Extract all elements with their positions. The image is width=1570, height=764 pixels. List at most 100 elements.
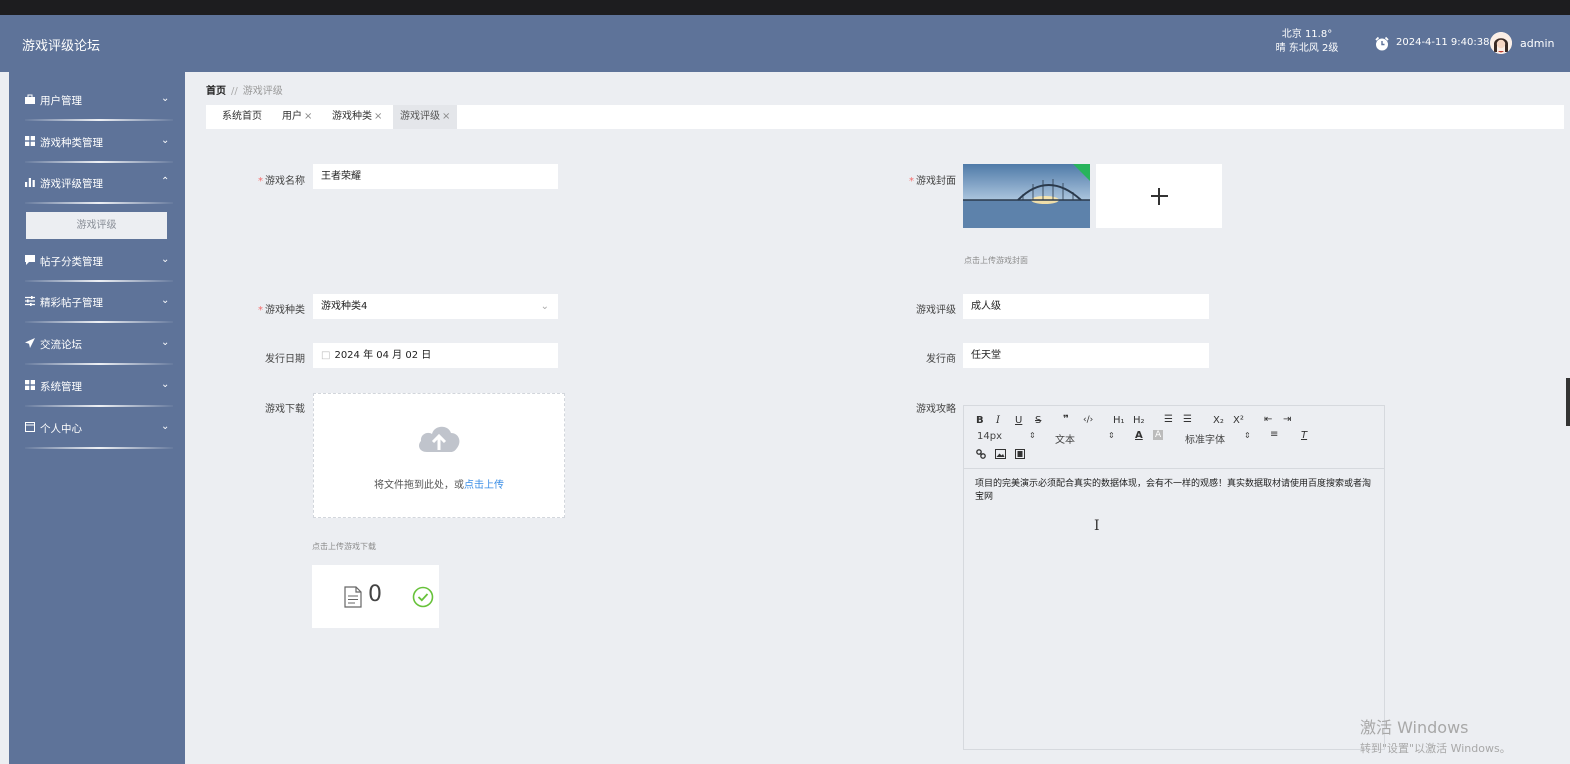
sidebar-item-featured-post-management[interactable]: 精彩帖子管理 ⌄	[9, 282, 185, 322]
sidebar-divider	[25, 119, 173, 121]
file-upload-dropzone[interactable]: 将文件拖到此处，或点击上传	[313, 393, 565, 518]
grid-icon	[25, 136, 35, 146]
bullet-list-button[interactable]: ☰	[1183, 414, 1192, 425]
bridge-photo	[963, 164, 1090, 228]
site-title: 游戏评级论坛	[22, 39, 101, 54]
file-count: 0	[368, 582, 382, 607]
subscript-button[interactable]: X₂	[1213, 415, 1224, 426]
window-top-strip	[0, 0, 1570, 15]
comment-icon	[25, 255, 35, 265]
breadcrumb-separator: //	[231, 86, 238, 97]
required-mark: *	[909, 176, 914, 187]
video-icon[interactable]	[1015, 449, 1025, 459]
cover-image[interactable]	[963, 164, 1090, 228]
superscript-button[interactable]: X²	[1233, 415, 1244, 426]
game-type-select[interactable]: 游戏种类4 ⌄	[313, 294, 558, 319]
watermark-title: 激活 Windows	[1360, 718, 1469, 737]
game-type-selected-value: 游戏种类4	[321, 301, 368, 312]
grid-icon	[25, 380, 35, 390]
breadcrumb-home[interactable]: 首页	[206, 86, 226, 97]
tab-label: 游戏种类	[332, 111, 372, 122]
sidebar-item-personal-center[interactable]: 个人中心 ⌄	[9, 408, 185, 448]
font-family-select[interactable]: 标准字体	[1185, 431, 1225, 446]
chevron-down-icon: ⌄	[540, 301, 549, 312]
game-name-input[interactable]: 王者荣耀	[313, 164, 558, 189]
tab-game-rating[interactable]: 游戏评级 ×	[393, 105, 458, 129]
sidebar-divider	[25, 202, 173, 204]
ordered-list-button[interactable]: ☰	[1164, 414, 1173, 425]
cover-label-text: 游戏封面	[916, 176, 956, 187]
uploaded-file-card[interactable]: 0	[312, 565, 439, 628]
editor-toolbar: B I U S ❞ ‹/› H₁ H₂ ☰ ☰ X₂ X² ⇤ ⇥ 14px ⇕…	[964, 406, 1384, 469]
sidebar-subitem-game-rating[interactable]: 游戏评级	[26, 212, 167, 239]
sidebar-item-label: 帖子分类管理	[40, 256, 103, 268]
chevron-down-icon: ⌄	[161, 421, 170, 432]
header1-button[interactable]: H₁	[1113, 415, 1125, 426]
close-icon[interactable]: ×	[374, 111, 382, 122]
download-label: 游戏下载	[265, 404, 305, 415]
sidebar-item-label: 游戏评级管理	[40, 178, 103, 190]
align-icon[interactable]: ≡	[1270, 429, 1278, 440]
sidebar-item-label: 系统管理	[40, 381, 82, 393]
background-color-icon[interactable]: A	[1153, 430, 1164, 440]
code-block-button[interactable]: ‹/›	[1083, 415, 1093, 425]
chevron-up-icon: ⌃	[161, 176, 170, 187]
tab-game-type[interactable]: 游戏种类 ×	[325, 105, 389, 129]
strike-button[interactable]: S	[1035, 415, 1041, 426]
chevron-down-icon: ⌄	[161, 295, 170, 306]
outdent-button[interactable]: ⇤	[1264, 414, 1272, 425]
success-check-icon	[412, 586, 434, 608]
sidebar-item-system-management[interactable]: 系统管理 ⌄	[9, 366, 185, 406]
sidebar-item-game-rating-management[interactable]: 游戏评级管理 ⌃	[9, 163, 185, 203]
game-type-label: * 游戏种类	[235, 301, 305, 316]
link-icon[interactable]	[976, 449, 986, 459]
download-hint: 点击上传游戏下载	[312, 542, 376, 551]
publisher-label: 发行商	[926, 354, 956, 365]
close-icon[interactable]: ×	[442, 111, 450, 122]
calendar-icon: □	[321, 350, 331, 361]
upload-link[interactable]: 点击上传	[464, 480, 504, 491]
bold-button[interactable]: B	[976, 415, 984, 426]
image-icon[interactable]	[995, 449, 1006, 459]
indent-button[interactable]: ⇥	[1283, 414, 1291, 425]
weather-city-temp: 北京 11.8°	[1281, 29, 1333, 40]
publisher-input[interactable]: 任天堂	[963, 343, 1209, 368]
sidebar-item-forum[interactable]: 交流论坛 ⌄	[9, 324, 185, 364]
weather-wind: 晴 东北风 2级	[1275, 43, 1339, 54]
italic-button[interactable]: I	[996, 415, 1000, 426]
game-name-label-text: 游戏名称	[265, 176, 305, 187]
plus-icon-vertical	[1158, 188, 1160, 205]
text-style-select[interactable]: 文本	[1055, 431, 1075, 446]
header2-button[interactable]: H₂	[1133, 415, 1145, 426]
sidebar-item-user-management[interactable]: 用户管理 ⌄	[9, 80, 185, 120]
rich-text-editor[interactable]: B I U S ❞ ‹/› H₁ H₂ ☰ ☰ X₂ X² ⇤ ⇥ 14px ⇕…	[963, 405, 1385, 750]
chevron-down-icon: ⌄	[161, 337, 170, 348]
sidebar-item-label: 精彩帖子管理	[40, 297, 103, 309]
username[interactable]: admin	[1520, 37, 1554, 50]
sidebar-item-post-category-management[interactable]: 帖子分类管理 ⌄	[9, 241, 185, 281]
rating-label: 游戏评级	[916, 305, 956, 316]
tab-system-home[interactable]: 系统首页	[215, 105, 269, 129]
release-date-picker[interactable]: □ 2024 年 04 月 02 日	[313, 343, 558, 368]
clear-format-icon[interactable]: T	[1301, 430, 1307, 441]
editor-content[interactable]: 项目的完美演示必须配合真实的数据体现，会有不一样的观感！真实数据取材请使用百度搜…	[975, 478, 1375, 504]
tab-user[interactable]: 用户 ×	[275, 105, 319, 129]
blockquote-button[interactable]: ❞	[1063, 414, 1069, 425]
sidebar-divider	[25, 447, 173, 449]
font-color-icon[interactable]: A	[1135, 430, 1143, 441]
tab-label: 用户	[282, 111, 302, 122]
clock-icon	[1375, 36, 1389, 51]
paper-plane-icon	[25, 338, 35, 348]
rating-input[interactable]: 成人级	[963, 294, 1209, 319]
close-icon[interactable]: ×	[304, 111, 312, 122]
top-header: 游戏评级论坛 北京 11.8° 晴 东北风 2级 2024-4-11 9:40:…	[0, 15, 1570, 72]
avatar[interactable]	[1490, 32, 1512, 54]
briefcase-icon	[25, 94, 35, 104]
cover-hint: 点击上传游戏封面	[964, 256, 1028, 265]
font-size-select[interactable]: 14px	[977, 431, 1002, 442]
scroll-edge	[1566, 378, 1570, 426]
breadcrumb-current: 游戏评级	[242, 86, 283, 97]
sidebar-item-game-type-management[interactable]: 游戏种类管理 ⌄	[9, 122, 185, 162]
underline-button[interactable]: U	[1015, 415, 1022, 426]
cover-upload-button[interactable]	[1096, 164, 1222, 228]
